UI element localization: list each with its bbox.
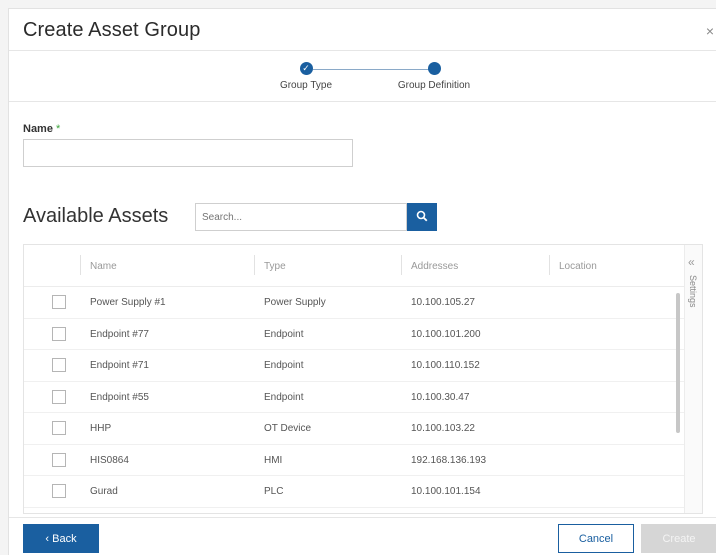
cell-address: 10.100.101.200: [411, 328, 481, 340]
table-row[interactable]: Power Supply #1 Power Supply 10.100.105.…: [24, 287, 702, 319]
table-row[interactable]: Endpoint #55 Endpoint 10.100.30.47: [24, 382, 702, 413]
column-header-addresses[interactable]: Addresses: [411, 261, 458, 272]
column-divider[interactable]: [549, 255, 550, 275]
wizard-stepper: ✓ Group Type Group Definition: [9, 52, 716, 102]
close-icon[interactable]: ×: [706, 23, 714, 39]
table-header: Name Type Addresses Location: [24, 245, 702, 287]
column-divider[interactable]: [80, 255, 81, 275]
step-group-definition[interactable]: Group Definition: [379, 62, 489, 91]
settings-label[interactable]: Settings: [688, 275, 698, 308]
settings-panel-toggle[interactable]: « Settings: [684, 245, 702, 513]
table-row[interactable]: Endpoint #71 Endpoint 10.100.110.152: [24, 350, 702, 382]
cell-address: 10.100.103.22: [411, 423, 475, 434]
table-row[interactable]: HHP OT Device 10.100.103.22: [24, 413, 702, 445]
column-divider[interactable]: [254, 255, 255, 275]
back-button[interactable]: ‹ Back: [23, 524, 99, 553]
cell-address: 192.168.136.193: [411, 454, 487, 466]
column-header-name[interactable]: Name: [90, 261, 117, 272]
row-checkbox[interactable]: [52, 421, 66, 435]
search-button[interactable]: [407, 203, 437, 231]
step-group-type[interactable]: ✓ Group Type: [251, 62, 361, 91]
table-row[interactable]: HIS0864 HMI 192.168.136.193: [24, 445, 702, 476]
active-step-dot-icon: [427, 62, 441, 75]
row-checkbox[interactable]: [52, 326, 66, 341]
row-checkbox[interactable]: [52, 358, 66, 372]
cell-name: Endpoint #77: [90, 328, 149, 340]
column-header-type[interactable]: Type: [264, 261, 286, 272]
assets-table: Name Type Addresses Location Power Suppl…: [23, 244, 703, 514]
cell-address: 10.100.30.47: [411, 391, 470, 403]
chevron-left-double-icon[interactable]: «: [688, 255, 695, 269]
step-label: Group Type: [279, 80, 333, 91]
table-scrollbar[interactable]: [676, 293, 680, 433]
asset-search: [195, 203, 439, 231]
column-divider[interactable]: [401, 255, 402, 275]
cell-type: Endpoint: [264, 328, 304, 340]
dialog-header: Create Asset Group ×: [9, 9, 716, 51]
required-indicator: *: [56, 123, 61, 135]
create-asset-group-dialog: Create Asset Group × ✓ Group Type Group …: [8, 8, 716, 555]
cell-type: Endpoint: [264, 360, 304, 371]
step-label: Group Definition: [397, 80, 471, 91]
cell-name: Gurad: [90, 486, 118, 497]
dialog-title: Create Asset Group: [23, 19, 201, 41]
cell-address: 10.100.105.27: [411, 297, 475, 308]
table-row[interactable]: Gurad PLC 10.100.101.154: [24, 476, 702, 508]
cell-type: Power Supply: [264, 297, 326, 308]
name-input[interactable]: [23, 139, 353, 167]
cell-type: HMI: [264, 454, 283, 466]
search-input[interactable]: [195, 203, 407, 231]
search-icon: [416, 210, 428, 221]
cell-address: 10.100.110.152: [411, 360, 480, 371]
row-checkbox[interactable]: [52, 389, 66, 404]
cell-name: Endpoint #55: [90, 391, 149, 403]
available-assets-heading: Available Assets: [23, 205, 169, 227]
name-field-label: Name *: [23, 123, 60, 135]
cell-type: PLC: [264, 486, 284, 497]
create-button[interactable]: Create: [641, 524, 716, 553]
row-checkbox[interactable]: [52, 295, 66, 309]
check-icon: ✓: [299, 62, 313, 75]
cell-name: Power Supply #1: [90, 297, 166, 308]
cell-name: Endpoint #71: [90, 360, 149, 371]
cell-type: OT Device: [264, 423, 312, 434]
dialog-footer: ‹ Back Cancel Create: [9, 517, 716, 555]
cell-name: HHP: [90, 423, 112, 434]
row-checkbox[interactable]: [52, 452, 66, 467]
cell-address: 10.100.101.154: [411, 486, 481, 497]
row-checkbox[interactable]: [52, 484, 66, 498]
cell-type: Endpoint: [264, 391, 304, 403]
table-row[interactable]: Endpoint #77 Endpoint 10.100.101.200: [24, 319, 702, 350]
cell-name: HIS0864: [90, 454, 129, 466]
cancel-button[interactable]: Cancel: [558, 524, 634, 553]
column-header-location[interactable]: Location: [559, 261, 597, 272]
name-label-text: Name: [23, 123, 53, 135]
